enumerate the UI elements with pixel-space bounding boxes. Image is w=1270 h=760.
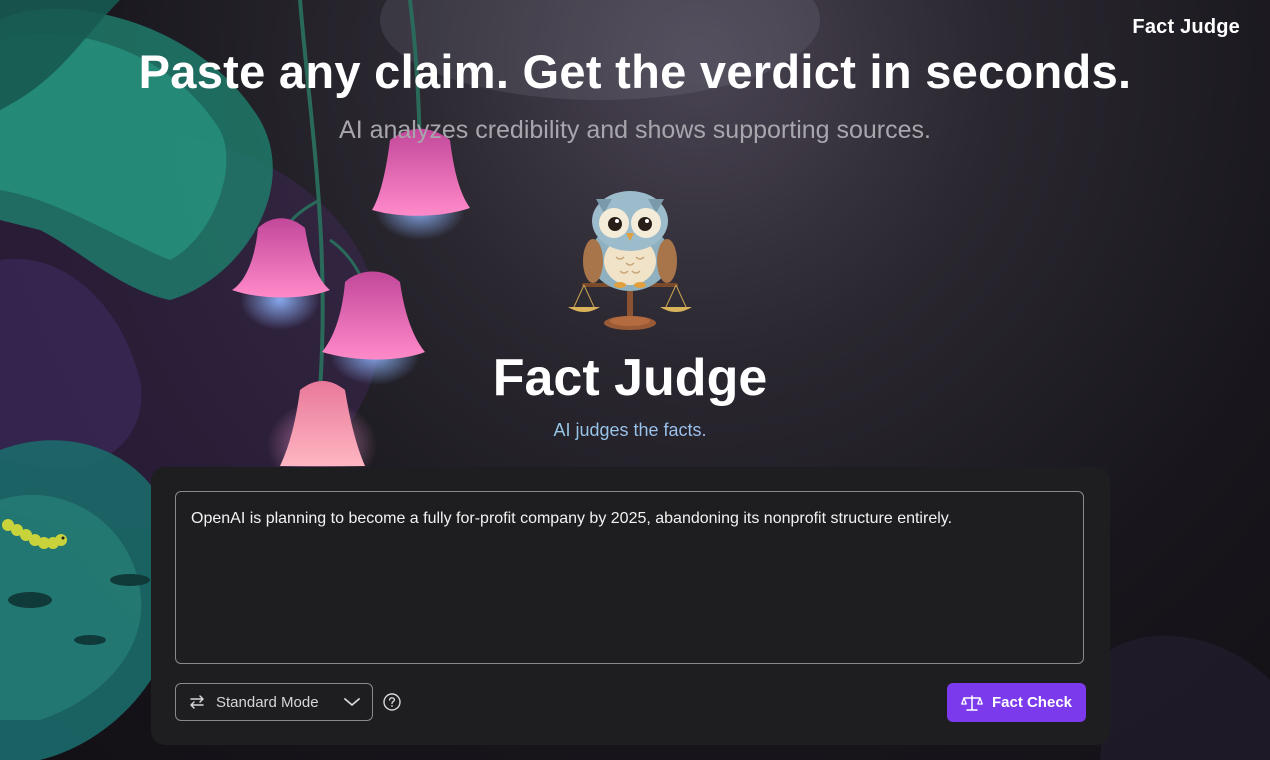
chevron-down-icon <box>344 698 360 706</box>
scales-icon <box>961 694 983 711</box>
mode-select-label: Standard Mode <box>216 693 319 711</box>
fact-check-panel: OpenAI is planning to become a fully for… <box>151 467 1110 745</box>
fact-check-button-label: Fact Check <box>991 694 1073 711</box>
hero-subheadline: AI analyzes credibility and shows suppor… <box>339 116 931 144</box>
owl-with-scales-icon <box>568 191 692 330</box>
hero-headline: Paste any claim. Get the verdict in seco… <box>138 45 1132 98</box>
question-circle-icon[interactable] <box>383 693 401 711</box>
app-title: Fact Judge <box>492 349 768 407</box>
mode-select[interactable]: Standard Mode <box>175 683 373 721</box>
fact-check-button[interactable]: Fact Check <box>947 683 1086 722</box>
swap-arrows-icon <box>190 695 204 709</box>
app-tagline: AI judges the facts. <box>0 420 1260 441</box>
brand-logo[interactable]: Fact Judge <box>1132 16 1240 39</box>
claim-input[interactable]: OpenAI is planning to become a fully for… <box>175 491 1084 664</box>
